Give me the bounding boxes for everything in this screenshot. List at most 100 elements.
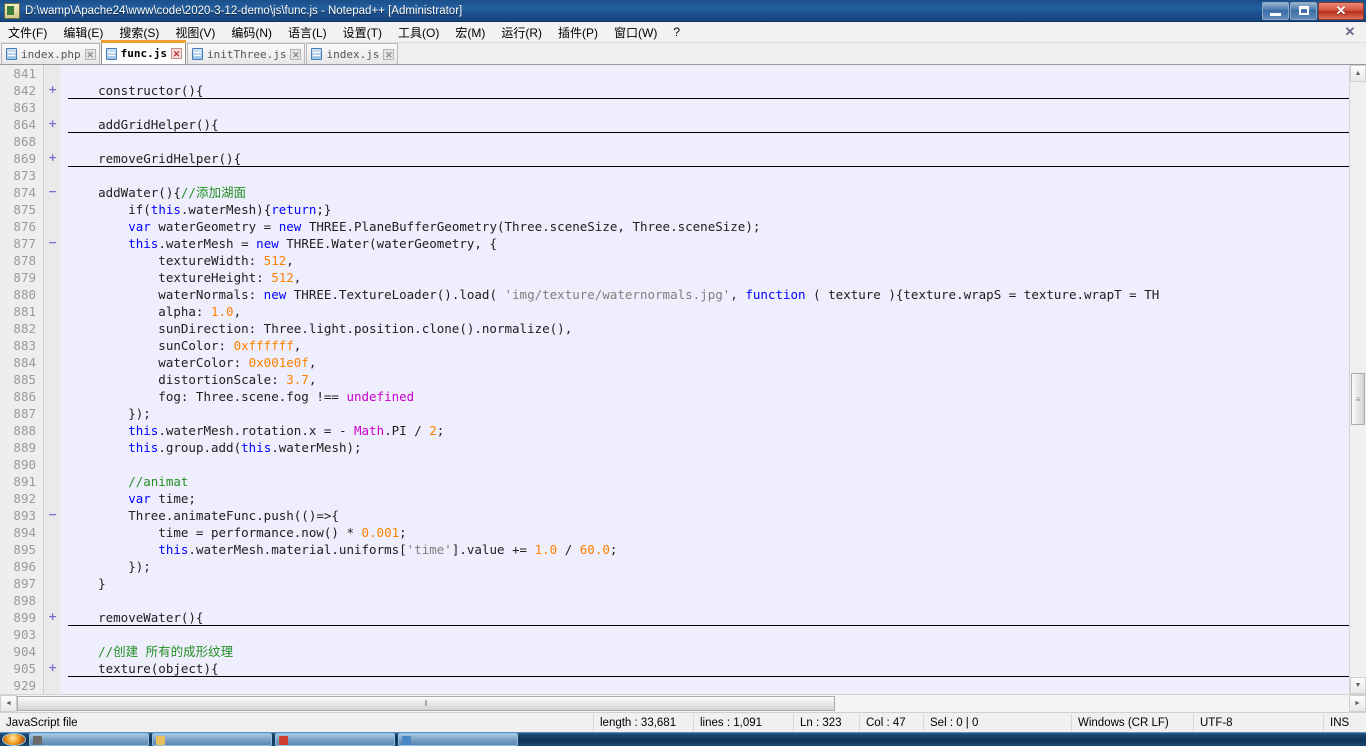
fold-margin[interactable]: − — [44, 507, 60, 524]
code-text[interactable]: removeGridHelper(){ — [60, 150, 1349, 167]
tab-initThree-js[interactable]: initThree.js ✕ — [186, 43, 306, 64]
taskbar-item[interactable] — [275, 733, 395, 746]
minimize-button[interactable] — [1262, 1, 1289, 20]
vertical-scrollbar-thumb[interactable]: ≡ — [1351, 373, 1365, 425]
fold-collapse-icon[interactable]: − — [48, 237, 57, 248]
code-line[interactable]: 892 var time; — [0, 490, 1349, 507]
fold-margin[interactable] — [44, 201, 60, 218]
code-line[interactable]: 887 }); — [0, 405, 1349, 422]
code-line[interactable]: 868 — [0, 133, 1349, 150]
scroll-right-arrow-icon[interactable]: ► — [1349, 695, 1366, 712]
fold-margin[interactable]: − — [44, 184, 60, 201]
code-line[interactable]: 884 waterColor: 0x001e0f, — [0, 354, 1349, 371]
code-text[interactable]: this.waterMesh = new THREE.Water(waterGe… — [60, 235, 1349, 252]
fold-margin[interactable] — [44, 65, 60, 82]
code-text[interactable]: sunDirection: Three.light.position.clone… — [60, 320, 1349, 337]
tab-index-js[interactable]: index.js ✕ — [306, 43, 399, 64]
fold-margin[interactable] — [44, 269, 60, 286]
code-line[interactable]: 895 this.waterMesh.material.uniforms['ti… — [0, 541, 1349, 558]
code-line[interactable]: 890 — [0, 456, 1349, 473]
fold-margin[interactable]: + — [44, 609, 60, 626]
code-text[interactable] — [60, 626, 1349, 643]
close-document-icon[interactable]: ✕ — [1342, 24, 1358, 40]
scroll-left-arrow-icon[interactable]: ◄ — [0, 695, 17, 712]
code-text[interactable] — [60, 167, 1349, 184]
code-line[interactable]: 905 + texture(object){ — [0, 660, 1349, 677]
tab-close-icon[interactable]: ✕ — [170, 48, 182, 59]
code-text[interactable]: var time; — [60, 490, 1349, 507]
fold-margin[interactable]: + — [44, 116, 60, 133]
horizontal-scrollbar[interactable]: ◄ ‖ ► — [0, 694, 1366, 712]
code-text[interactable]: alpha: 1.0, — [60, 303, 1349, 320]
menu-item-run[interactable]: 运行(R) — [493, 22, 550, 43]
fold-margin[interactable] — [44, 473, 60, 490]
maximize-button[interactable] — [1290, 1, 1317, 20]
fold-margin[interactable] — [44, 286, 60, 303]
fold-margin[interactable] — [44, 558, 60, 575]
code-text[interactable] — [60, 99, 1349, 116]
fold-expand-icon[interactable]: + — [48, 152, 57, 163]
code-line[interactable]: 889 this.group.add(this.waterMesh); — [0, 439, 1349, 456]
code-line[interactable]: 899 + removeWater(){ — [0, 609, 1349, 626]
code-line[interactable]: 882 sunDirection: Three.light.position.c… — [0, 320, 1349, 337]
code-editor[interactable]: 841 842 + constructor(){863 864 + addGridHel… — [0, 65, 1349, 694]
start-button-icon[interactable] — [2, 733, 26, 746]
menu-item-help[interactable]: ? — [665, 23, 688, 41]
fold-margin[interactable] — [44, 167, 60, 184]
fold-margin[interactable] — [44, 626, 60, 643]
code-line[interactable]: 869 + removeGridHelper(){ — [0, 150, 1349, 167]
taskbar-item[interactable] — [152, 733, 272, 746]
tab-index-php[interactable]: index.php ✕ — [1, 43, 100, 64]
code-line[interactable]: 880 waterNormals: new THREE.TextureLoade… — [0, 286, 1349, 303]
fold-margin[interactable]: + — [44, 150, 60, 167]
fold-margin[interactable] — [44, 439, 60, 456]
tab-close-icon[interactable]: ✕ — [84, 48, 96, 60]
code-text[interactable]: this.waterMesh.rotation.x = - Math.PI / … — [60, 422, 1349, 439]
menu-item-encoding[interactable]: 编码(N) — [223, 22, 280, 43]
code-line[interactable]: 893− Three.animateFunc.push(()=>{ — [0, 507, 1349, 524]
code-text[interactable]: addGridHelper(){ — [60, 116, 1349, 133]
code-line[interactable]: 891 //animat — [0, 473, 1349, 490]
fold-collapse-icon[interactable]: − — [48, 186, 57, 197]
code-line[interactable]: 886 fog: Three.scene.fog !== undefined — [0, 388, 1349, 405]
menu-item-tools[interactable]: 工具(O) — [390, 22, 447, 43]
fold-margin[interactable] — [44, 592, 60, 609]
fold-margin[interactable] — [44, 337, 60, 354]
code-text[interactable]: textureHeight: 512, — [60, 269, 1349, 286]
menu-item-plugins[interactable]: 插件(P) — [550, 22, 606, 43]
code-line[interactable]: 894 time = performance.now() * 0.001; — [0, 524, 1349, 541]
fold-expand-icon[interactable]: + — [48, 84, 57, 95]
fold-margin[interactable] — [44, 388, 60, 405]
code-text[interactable]: addWater(){//添加湖面 — [60, 184, 1349, 201]
menu-item-window[interactable]: 窗口(W) — [606, 22, 665, 43]
fold-margin[interactable]: − — [44, 235, 60, 252]
code-text[interactable] — [60, 65, 1349, 82]
fold-margin[interactable] — [44, 524, 60, 541]
code-text[interactable]: } — [60, 575, 1349, 592]
fold-margin[interactable] — [44, 541, 60, 558]
fold-margin[interactable] — [44, 303, 60, 320]
code-line[interactable]: 874− addWater(){//添加湖面 — [0, 184, 1349, 201]
fold-margin[interactable] — [44, 354, 60, 371]
code-text[interactable]: distortionScale: 3.7, — [60, 371, 1349, 388]
fold-margin[interactable] — [44, 422, 60, 439]
code-text[interactable]: sunColor: 0xffffff, — [60, 337, 1349, 354]
code-text[interactable]: Three.animateFunc.push(()=>{ — [60, 507, 1349, 524]
fold-margin[interactable] — [44, 252, 60, 269]
code-text[interactable]: removeWater(){ — [60, 609, 1349, 626]
fold-expand-icon[interactable]: + — [48, 662, 57, 673]
fold-margin[interactable] — [44, 320, 60, 337]
scroll-down-arrow-icon[interactable]: ▼ — [1350, 677, 1366, 694]
code-text[interactable] — [60, 456, 1349, 473]
code-text[interactable]: this.waterMesh.material.uniforms['time']… — [60, 541, 1349, 558]
code-line[interactable]: 864 + addGridHelper(){ — [0, 116, 1349, 133]
code-text[interactable]: waterNormals: new THREE.TextureLoader().… — [60, 286, 1349, 303]
fold-margin[interactable]: + — [44, 660, 60, 677]
fold-margin[interactable]: + — [44, 82, 60, 99]
close-button[interactable]: ✕ — [1318, 1, 1364, 20]
code-text[interactable] — [60, 677, 1349, 694]
tab-func-js[interactable]: func.js ✕ — [100, 40, 187, 64]
code-text[interactable]: }); — [60, 405, 1349, 422]
code-line[interactable]: 878 textureWidth: 512, — [0, 252, 1349, 269]
code-text[interactable]: fog: Three.scene.fog !== undefined — [60, 388, 1349, 405]
